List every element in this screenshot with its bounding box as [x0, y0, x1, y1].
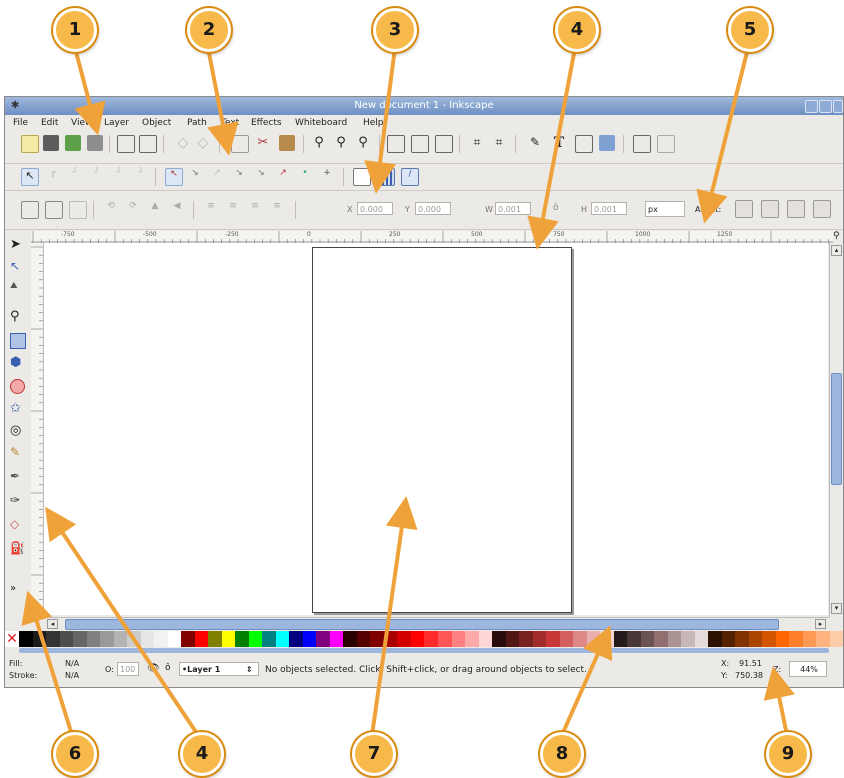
callout-arrow-9 — [763, 666, 795, 737]
callout-arrow-5 — [696, 46, 750, 224]
callout-badge: 7 — [352, 732, 396, 776]
callout-badge: 2 — [187, 8, 231, 52]
callout-badge: 8 — [540, 732, 584, 776]
callout-arrow-7 — [370, 496, 418, 737]
callout-arrow-1 — [73, 46, 106, 136]
callout-badge: 4 — [555, 8, 599, 52]
callout-arrows — [21, 46, 795, 737]
callout-badge: 4 — [180, 732, 224, 776]
callout-arrow-8 — [560, 625, 613, 737]
callout-arrow-2 — [206, 46, 239, 156]
callout-badge: 3 — [373, 8, 417, 52]
callout-arrow-3 — [364, 46, 397, 194]
callout-badge: 9 — [766, 732, 810, 776]
callout-arrow-4-bottom — [45, 506, 200, 737]
callout-badge: 1 — [53, 8, 97, 52]
callout-arrow-6 — [21, 590, 74, 737]
callout-badge: 6 — [53, 732, 97, 776]
callout-arrow-4-top — [527, 46, 577, 250]
callout-badge: 5 — [728, 8, 772, 52]
